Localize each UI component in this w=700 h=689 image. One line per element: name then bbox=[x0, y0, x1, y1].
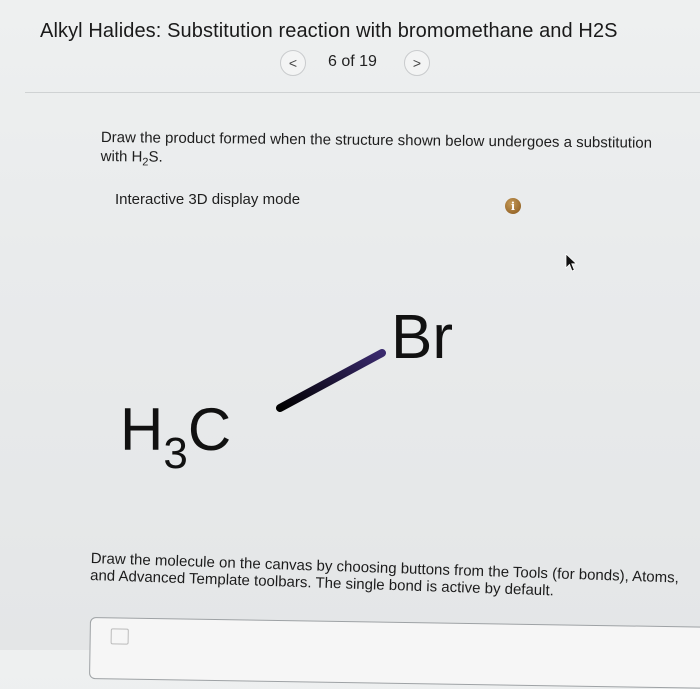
question-prompt: Draw the product formed when the structu… bbox=[101, 128, 661, 178]
info-icon[interactable]: i bbox=[505, 198, 521, 214]
bromomethane-structure: H3C Br bbox=[120, 303, 453, 478]
interactive-3d-mode-link[interactable]: Interactive 3D display mode bbox=[115, 191, 300, 208]
question-counter: 6 of 19 bbox=[328, 53, 377, 70]
c-br-single-bond bbox=[276, 349, 386, 412]
question-text: Draw the product formed when the structu… bbox=[100, 128, 653, 166]
chevron-right-icon: > bbox=[412, 55, 422, 71]
mouse-cursor-icon bbox=[565, 253, 578, 272]
page-title: Alkyl Halides: Substitution reaction wit… bbox=[40, 20, 618, 42]
drawing-canvas[interactable] bbox=[89, 617, 700, 689]
toolbar-tool-icon[interactable] bbox=[110, 628, 129, 645]
chevron-left-icon: < bbox=[288, 55, 298, 71]
bromine-atom-label: Br bbox=[391, 303, 453, 372]
question-pager: < 6 of 19 > bbox=[280, 50, 440, 78]
reagent-formula: H2S. bbox=[131, 148, 163, 169]
next-question-button[interactable]: > bbox=[404, 50, 430, 76]
previous-question-button[interactable]: < bbox=[280, 50, 306, 76]
methyl-carbon-label: H3C bbox=[120, 396, 231, 478]
header-divider bbox=[25, 92, 700, 93]
drawing-instructions: Draw the molecule on the canvas by choos… bbox=[89, 550, 680, 600]
